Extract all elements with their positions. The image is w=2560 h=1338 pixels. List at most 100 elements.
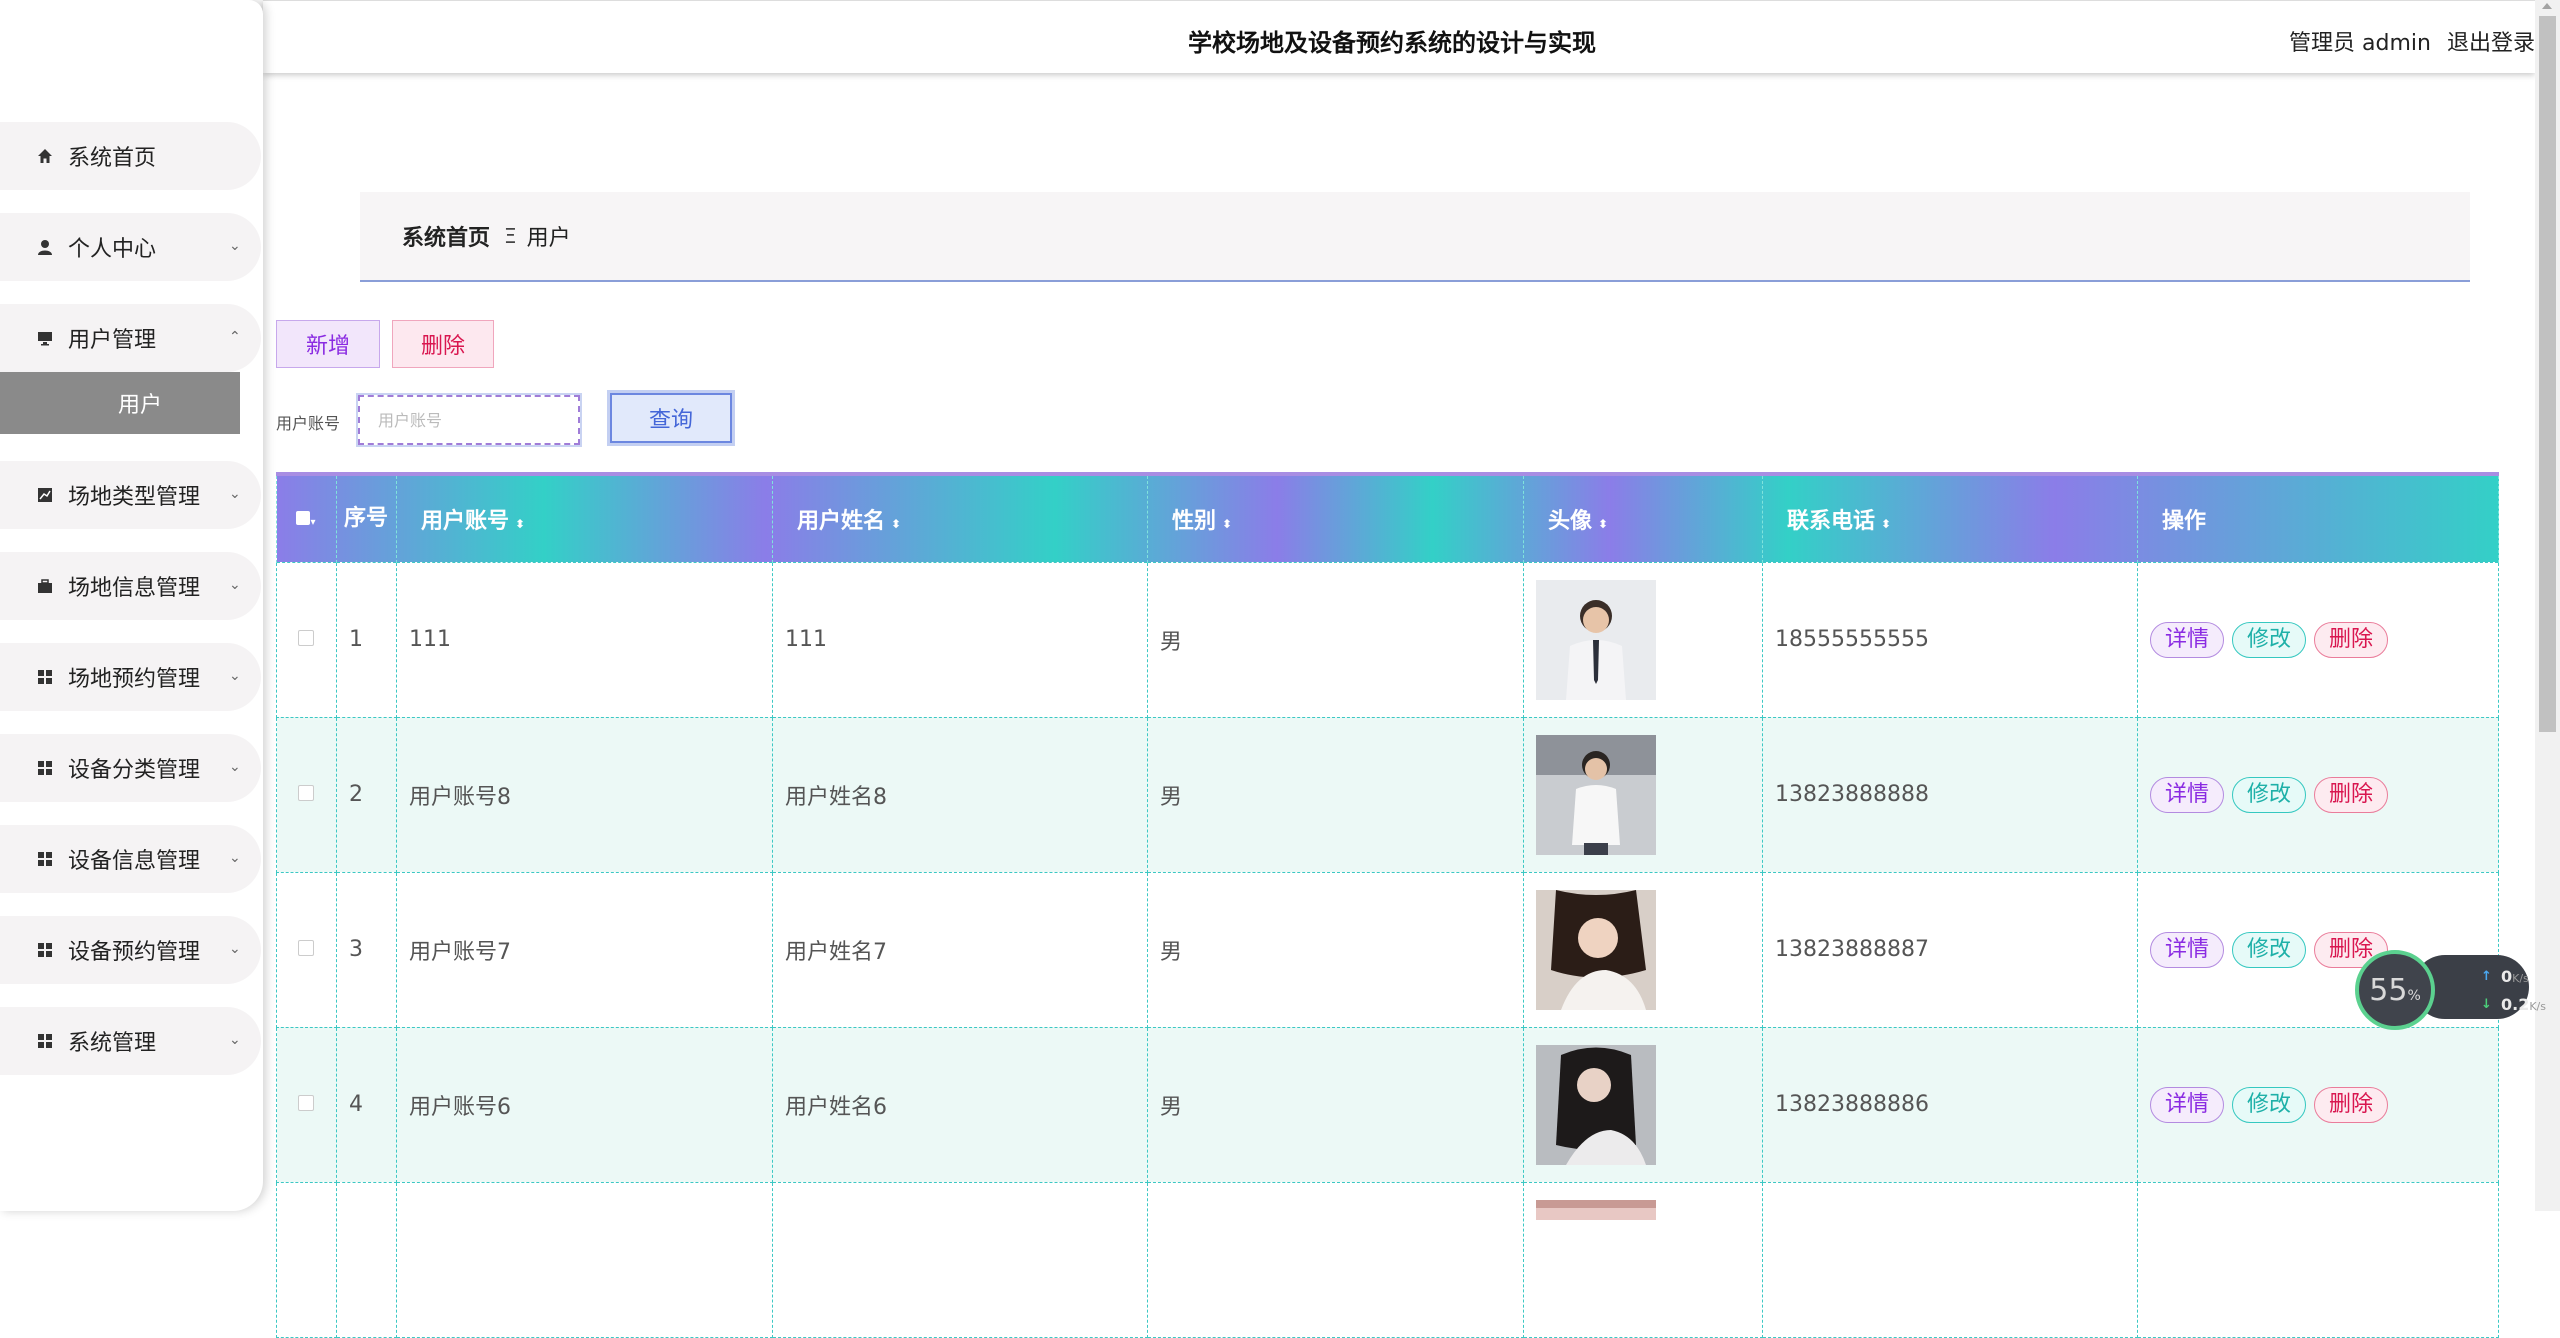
column-header-phone[interactable]: 联系电话 ⬍	[1762, 474, 2138, 562]
sidebar-item-equipment-info[interactable]: 设备信息管理 ⌄	[0, 825, 261, 893]
scrollbar-thumb[interactable]	[2539, 16, 2556, 732]
cell-gender: 男	[1147, 716, 1524, 873]
cell-index	[336, 1181, 397, 1338]
breadcrumb-current: 用户	[526, 226, 571, 251]
row-checkbox[interactable]	[276, 1026, 337, 1183]
column-header-account[interactable]: 用户账号 ⬍	[396, 474, 773, 562]
delete-button[interactable]: 删除	[2314, 1086, 2389, 1123]
sidebar-item-label: 系统管理	[68, 1031, 157, 1056]
sidebar-item-users[interactable]: 用户管理 ⌃	[0, 304, 261, 372]
sidebar-item-venue-types[interactable]: 场地类型管理 ⌄	[0, 461, 261, 529]
cell-actions: 详情 修改 删除	[2137, 716, 2499, 873]
column-header-index: 序号	[336, 474, 397, 562]
column-header-gender[interactable]: 性别 ⬍	[1147, 474, 1524, 562]
monitor-icon	[36, 329, 54, 347]
sidebar-item-label: 系统首页	[68, 146, 157, 171]
sidebar-item-venue-booking[interactable]: 场地预约管理 ⌄	[0, 643, 261, 711]
cell-name: 用户姓名8	[772, 716, 1148, 873]
cell-index: 3	[336, 871, 397, 1028]
sidebar-item-label: 设备预约管理	[68, 940, 201, 965]
upload-speed: ↑ 0K/s	[2481, 967, 2529, 986]
cell-account: 用户账号6	[396, 1026, 773, 1183]
row-checkbox[interactable]	[276, 1181, 337, 1338]
edit-button[interactable]: 修改	[2232, 621, 2307, 658]
batch-delete-button[interactable]: 删除	[392, 320, 494, 368]
avatar	[1536, 734, 1656, 855]
upload-unit: K/s	[2512, 972, 2529, 985]
sidebar-item-equipment-booking[interactable]: 设备预约管理 ⌄	[0, 916, 261, 984]
sidebar-item-label: 场地信息管理	[68, 576, 201, 601]
cell-index: 2	[336, 716, 397, 873]
breadcrumb-home[interactable]: 系统首页	[402, 220, 490, 252]
query-button[interactable]: 查询	[607, 390, 735, 446]
column-header-avatar[interactable]: 头像 ⬍	[1523, 474, 1763, 562]
avatar	[1536, 579, 1656, 700]
cell-name: 用户姓名6	[772, 1026, 1148, 1183]
row-checkbox[interactable]	[276, 716, 337, 873]
table-row: 2 用户账号8 用户姓名8 男 13823888888 详情 修改 删除	[276, 716, 2499, 873]
username: admin	[2362, 31, 2431, 56]
gauge-percent: 55	[2369, 972, 2408, 1008]
sort-icon[interactable]: ⬍	[1881, 517, 1891, 531]
user-icon	[36, 238, 54, 256]
cell-phone: 13823888888	[1762, 716, 2138, 873]
role-label: 管理员	[2289, 31, 2356, 56]
chevron-down-icon: ⌄	[229, 941, 241, 957]
table-row: 1 111 111 男 18555555555 详情 修改 删除	[276, 561, 2499, 718]
column-header-name[interactable]: 用户姓名 ⬍	[772, 474, 1148, 562]
cell-account	[396, 1181, 773, 1338]
cell-phone	[1762, 1181, 2138, 1338]
row-checkbox[interactable]	[276, 561, 337, 718]
cell-account: 用户账号7	[396, 871, 773, 1028]
select-all-checkbox[interactable]: ▾	[276, 474, 337, 562]
row-checkbox[interactable]	[276, 871, 337, 1028]
download-speed: ↓ 0.2K/s	[2481, 995, 2546, 1014]
delete-button[interactable]: 删除	[2314, 776, 2389, 813]
search-input[interactable]	[356, 393, 582, 447]
arrow-up-icon: ↑	[2481, 969, 2492, 984]
sidebar-item-home[interactable]: 系统首页	[0, 122, 261, 190]
detail-button[interactable]: 详情	[2150, 931, 2225, 968]
column-header-label: 用户账号	[421, 508, 510, 534]
sort-icon[interactable]: ⬍	[515, 517, 525, 531]
column-header-label: 联系电话	[1787, 508, 1876, 534]
column-header-actions: 操作	[2137, 474, 2499, 562]
detail-button[interactable]: 详情	[2150, 776, 2225, 813]
chevron-down-icon: ⌄	[229, 759, 241, 775]
sidebar-item-system[interactable]: 系统管理 ⌄	[0, 1007, 261, 1075]
add-button[interactable]: 新增	[276, 320, 380, 368]
sidebar-item-label: 设备分类管理	[68, 758, 201, 783]
cell-gender: 男	[1147, 1026, 1524, 1183]
network-speed-widget[interactable]: ↑ 0K/s ↓ 0.2K/s 55%	[2355, 950, 2546, 1072]
edit-button[interactable]: 修改	[2232, 776, 2307, 813]
table-row	[276, 1181, 2499, 1338]
delete-button[interactable]: 删除	[2314, 621, 2389, 658]
user-table: ▾ 序号 用户账号 ⬍ 用户姓名 ⬍ 性别 ⬍ 头像 ⬍ 联系电话 ⬍ 操作 1 111 …	[276, 472, 2499, 1338]
cell-actions	[2137, 1181, 2499, 1338]
sort-icon[interactable]: ⬍	[1222, 517, 1232, 531]
search-label: 用户账号	[276, 414, 341, 433]
sidebar-item-equipment-category[interactable]: 设备分类管理 ⌄	[0, 734, 261, 802]
sidebar-item-venue-info[interactable]: 场地信息管理 ⌄	[0, 552, 261, 620]
arrow-down-icon: ↓	[2481, 997, 2492, 1012]
sidebar-item-personal[interactable]: 个人中心 ⌄	[0, 213, 261, 281]
app-title: 学校场地及设备预约系统的设计与实现	[1188, 29, 1596, 57]
avatar	[1536, 1044, 1656, 1165]
detail-button[interactable]: 详情	[2150, 1086, 2225, 1123]
breadcrumb-separator: Ξ	[504, 224, 517, 248]
cell-phone: 18555555555	[1762, 561, 2138, 718]
edit-button[interactable]: 修改	[2232, 931, 2307, 968]
avatar	[1536, 889, 1656, 1010]
sort-icon[interactable]: ⬍	[891, 517, 901, 531]
detail-button[interactable]: 详情	[2150, 621, 2225, 658]
logout-link[interactable]: 退出登录	[2447, 25, 2535, 57]
sidebar-item-label: 用户管理	[68, 328, 157, 353]
table-row: 4 用户账号6 用户姓名6 男 13823888886 详情 修改 删除	[276, 1026, 2499, 1183]
sort-icon[interactable]: ⬍	[1598, 517, 1608, 531]
grid-icon	[36, 850, 54, 868]
scroll-up-arrow-icon[interactable]	[2542, 3, 2552, 9]
sidebar-subitem-user[interactable]: 用户	[0, 372, 240, 434]
page-scrollbar[interactable]	[2535, 0, 2560, 1211]
cell-phone: 13823888886	[1762, 1026, 2138, 1183]
edit-button[interactable]: 修改	[2232, 1086, 2307, 1123]
